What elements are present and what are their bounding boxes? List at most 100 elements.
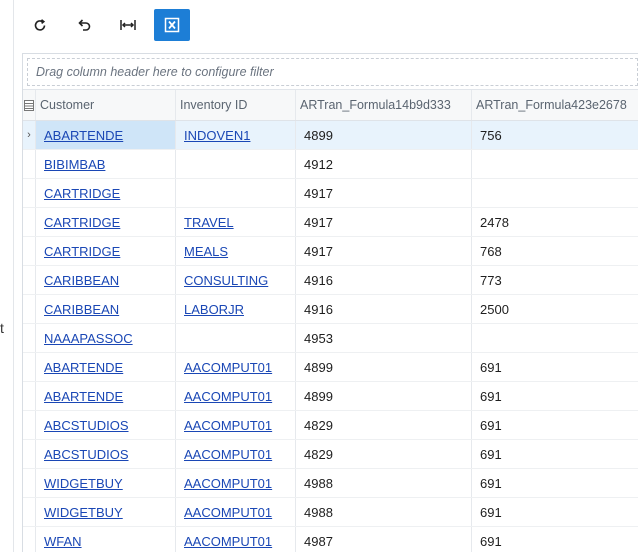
inventory-id-cell[interactable]: AACOMPUT01 xyxy=(176,527,296,552)
table-row[interactable]: CARIBBEAN LABORJR 4916 2500 xyxy=(23,295,638,324)
formula-2-cell[interactable]: 691 xyxy=(472,353,638,381)
customer-link[interactable]: WIDGETBUY xyxy=(44,505,123,520)
formula-2-cell[interactable]: 768 xyxy=(472,237,638,265)
inventory-id-cell[interactable]: AACOMPUT01 xyxy=(176,353,296,381)
table-row[interactable]: NAAAPASSOC 4953 xyxy=(23,324,638,353)
formula-1-cell[interactable]: 4916 xyxy=(296,266,472,294)
table-row[interactable]: CARIBBEAN CONSULTING 4916 773 xyxy=(23,266,638,295)
row-selector[interactable] xyxy=(23,179,36,207)
customer-link[interactable]: CARTRIDGE xyxy=(44,186,120,201)
table-row[interactable]: WFAN AACOMPUT01 4987 691 xyxy=(23,527,638,552)
row-selector[interactable]: › xyxy=(23,121,36,149)
inventory-id-cell[interactable]: TRAVEL xyxy=(176,208,296,236)
table-row[interactable]: › ABARTENDE INDOVEN1 4899 756 xyxy=(23,121,638,150)
formula-1-cell[interactable]: 4988 xyxy=(296,498,472,526)
table-row[interactable]: ABCSTUDIOS AACOMPUT01 4829 691 xyxy=(23,440,638,469)
inventory-id-link[interactable]: AACOMPUT01 xyxy=(184,534,272,549)
row-selector[interactable] xyxy=(23,324,36,352)
inventory-id-link[interactable]: LABORJR xyxy=(184,302,244,317)
row-selector[interactable] xyxy=(23,411,36,439)
inventory-id-link[interactable]: AACOMPUT01 xyxy=(184,447,272,462)
formula-2-cell[interactable] xyxy=(472,179,638,207)
formula-2-cell[interactable]: 691 xyxy=(472,498,638,526)
customer-link[interactable]: CARIBBEAN xyxy=(44,302,119,317)
column-header-customer[interactable]: Customer xyxy=(36,90,176,120)
customer-cell[interactable]: ABCSTUDIOS xyxy=(36,440,176,468)
inventory-id-link[interactable]: AACOMPUT01 xyxy=(184,476,272,491)
customer-link[interactable]: ABARTENDE xyxy=(44,389,123,404)
row-selector[interactable] xyxy=(23,295,36,323)
inventory-id-cell[interactable]: MEALS xyxy=(176,237,296,265)
row-selector[interactable] xyxy=(23,266,36,294)
customer-cell[interactable]: ABARTENDE xyxy=(36,382,176,410)
formula-1-cell[interactable]: 4912 xyxy=(296,150,472,178)
table-row[interactable]: CARTRIDGE MEALS 4917 768 xyxy=(23,237,638,266)
filter-drop-zone[interactable]: Drag column header here to configure fil… xyxy=(27,58,638,86)
row-selector[interactable] xyxy=(23,382,36,410)
customer-cell[interactable]: CARIBBEAN xyxy=(36,266,176,294)
inventory-id-link[interactable]: MEALS xyxy=(184,244,228,259)
formula-1-cell[interactable]: 4917 xyxy=(296,179,472,207)
formula-1-cell[interactable]: 4987 xyxy=(296,527,472,552)
customer-cell[interactable]: ABCSTUDIOS xyxy=(36,411,176,439)
formula-2-cell[interactable]: 2478 xyxy=(472,208,638,236)
formula-2-cell[interactable] xyxy=(472,150,638,178)
inventory-id-link[interactable]: CONSULTING xyxy=(184,273,268,288)
inventory-id-cell[interactable]: AACOMPUT01 xyxy=(176,382,296,410)
column-header-inventory-id[interactable]: Inventory ID xyxy=(176,90,296,120)
customer-link[interactable]: WIDGETBUY xyxy=(44,476,123,491)
table-row[interactable]: ABARTENDE AACOMPUT01 4899 691 xyxy=(23,382,638,411)
inventory-id-link[interactable]: INDOVEN1 xyxy=(184,128,250,143)
inventory-id-cell[interactable]: LABORJR xyxy=(176,295,296,323)
table-row[interactable]: WIDGETBUY AACOMPUT01 4988 691 xyxy=(23,469,638,498)
customer-link[interactable]: CARTRIDGE xyxy=(44,244,120,259)
inventory-id-cell[interactable]: AACOMPUT01 xyxy=(176,411,296,439)
customer-link[interactable]: BIBIMBAB xyxy=(44,157,105,172)
inventory-id-link[interactable]: AACOMPUT01 xyxy=(184,418,272,433)
formula-2-cell[interactable]: 691 xyxy=(472,411,638,439)
table-row[interactable]: ABARTENDE AACOMPUT01 4899 691 xyxy=(23,353,638,382)
inventory-id-link[interactable]: AACOMPUT01 xyxy=(184,360,272,375)
formula-1-cell[interactable]: 4917 xyxy=(296,208,472,236)
formula-2-cell[interactable]: 691 xyxy=(472,382,638,410)
row-selector[interactable] xyxy=(23,440,36,468)
table-row[interactable]: ABCSTUDIOS AACOMPUT01 4829 691 xyxy=(23,411,638,440)
customer-link[interactable]: NAAAPASSOC xyxy=(44,331,133,346)
formula-1-cell[interactable]: 4829 xyxy=(296,440,472,468)
formula-2-cell[interactable]: 2500 xyxy=(472,295,638,323)
formula-1-cell[interactable]: 4899 xyxy=(296,382,472,410)
inventory-id-link[interactable]: AACOMPUT01 xyxy=(184,505,272,520)
formula-1-cell[interactable]: 4953 xyxy=(296,324,472,352)
customer-cell[interactable]: WFAN xyxy=(36,527,176,552)
customer-link[interactable]: ABARTENDE xyxy=(44,128,123,143)
row-selector[interactable] xyxy=(23,353,36,381)
formula-2-cell[interactable]: 691 xyxy=(472,440,638,468)
row-selector[interactable] xyxy=(23,498,36,526)
row-selector[interactable] xyxy=(23,150,36,178)
row-selector[interactable] xyxy=(23,527,36,552)
export-excel-button[interactable] xyxy=(154,9,190,41)
inventory-id-cell[interactable]: AACOMPUT01 xyxy=(176,440,296,468)
table-row[interactable]: CARTRIDGE TRAVEL 4917 2478 xyxy=(23,208,638,237)
inventory-id-cell[interactable]: INDOVEN1 xyxy=(176,121,296,149)
table-row[interactable]: CARTRIDGE 4917 xyxy=(23,179,638,208)
customer-cell[interactable]: WIDGETBUY xyxy=(36,469,176,497)
customer-cell[interactable]: ABARTENDE xyxy=(36,121,176,149)
customer-cell[interactable]: CARTRIDGE xyxy=(36,179,176,207)
undo-button[interactable] xyxy=(66,9,102,41)
formula-2-cell[interactable]: 773 xyxy=(472,266,638,294)
table-row[interactable]: WIDGETBUY AACOMPUT01 4988 691 xyxy=(23,498,638,527)
inventory-id-cell[interactable] xyxy=(176,324,296,352)
formula-2-cell[interactable]: 691 xyxy=(472,527,638,552)
formula-2-cell[interactable] xyxy=(472,324,638,352)
column-settings-button[interactable] xyxy=(23,90,36,120)
inventory-id-cell[interactable] xyxy=(176,179,296,207)
row-selector[interactable] xyxy=(23,237,36,265)
column-header-formula-2[interactable]: ARTran_Formula423e2678 xyxy=(472,90,638,120)
row-selector[interactable] xyxy=(23,469,36,497)
column-header-formula-1[interactable]: ARTran_Formula14b9d333 xyxy=(296,90,472,120)
inventory-id-cell[interactable]: AACOMPUT01 xyxy=(176,498,296,526)
row-selector[interactable] xyxy=(23,208,36,236)
customer-link[interactable]: CARIBBEAN xyxy=(44,273,119,288)
fit-columns-button[interactable] xyxy=(110,9,146,41)
